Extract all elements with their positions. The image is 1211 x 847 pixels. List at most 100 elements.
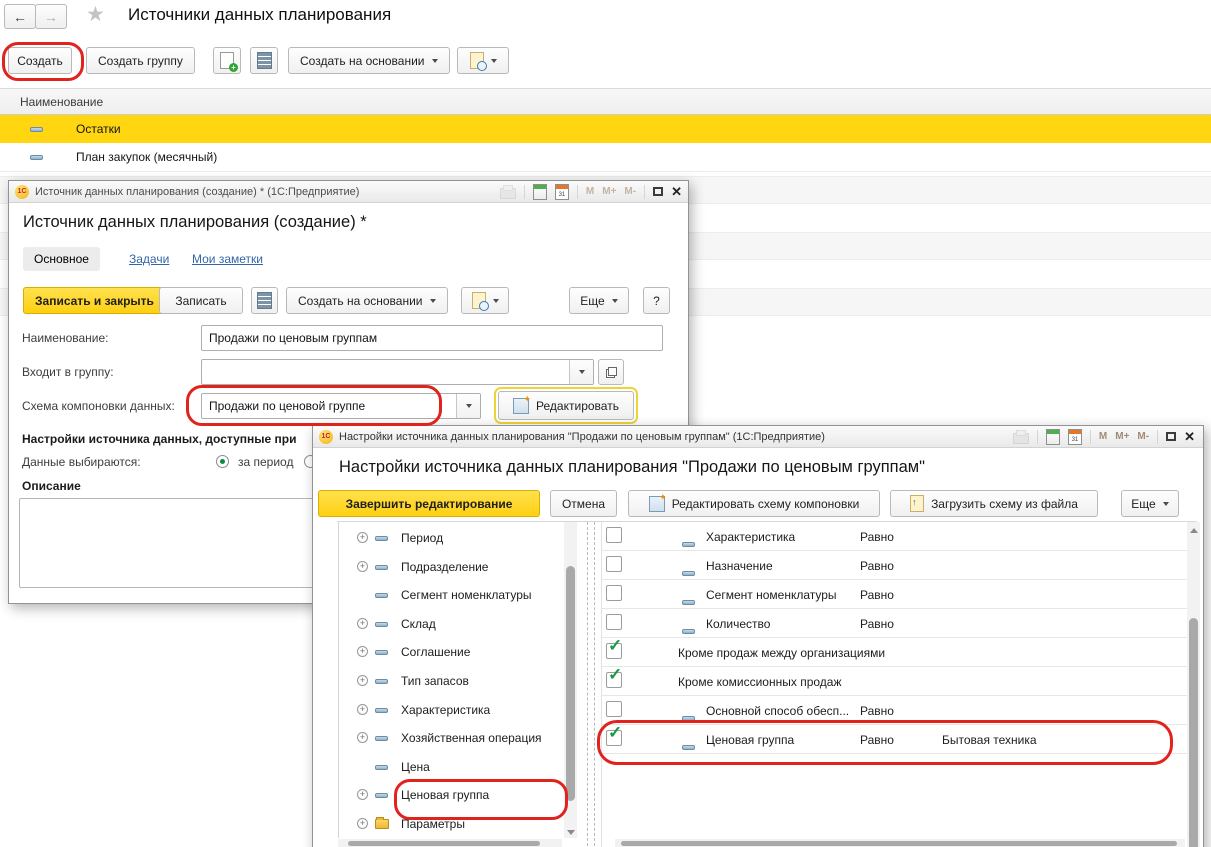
tree-item[interactable]: + Цена — [339, 753, 563, 781]
cancel-button[interactable]: Отмена — [550, 490, 617, 517]
finish-editing-button[interactable]: Завершить редактирование — [318, 490, 540, 517]
more-button[interactable]: Еще — [569, 287, 629, 314]
memory-plus-button[interactable]: M+ — [602, 186, 616, 197]
list-settings-button[interactable] — [250, 47, 278, 74]
print-icon[interactable] — [500, 188, 516, 199]
table-row-ostatki[interactable]: Остатки — [0, 115, 1211, 143]
memory-button[interactable]: M — [586, 186, 594, 197]
favorite-star-icon[interactable]: ★ — [86, 2, 105, 27]
table-header[interactable]: Наименование — [0, 88, 1211, 115]
create-group-button[interactable]: Создать группу — [86, 47, 195, 74]
scrollbar-thumb[interactable] — [348, 841, 540, 846]
expand-icon[interactable]: + — [357, 646, 368, 657]
tree-item[interactable]: + Тип запасов — [339, 667, 563, 695]
settings-window-titlebar[interactable]: 1С Настройки источника данных планирован… — [313, 426, 1203, 448]
copy-item-button[interactable] — [213, 47, 241, 74]
checkbox[interactable]: ✓ — [606, 730, 622, 746]
calculator-icon[interactable] — [1046, 429, 1060, 445]
scrollbar-thumb[interactable] — [1189, 618, 1198, 847]
forward-button[interactable]: → — [35, 4, 67, 29]
calculator-icon[interactable] — [533, 184, 547, 200]
reports-button[interactable] — [461, 287, 509, 314]
checkbox[interactable]: ✓ — [606, 701, 622, 717]
conditions-vertical-scrollbar[interactable] — [1187, 522, 1200, 847]
tree-item[interactable]: + Склад — [339, 610, 563, 638]
expand-icon[interactable]: + — [357, 561, 368, 572]
create-based-on-button[interactable]: Создать на основании — [286, 287, 448, 314]
condition-row[interactable]: ✓ Кроме продаж между организациями — [602, 638, 1187, 667]
panel-splitter[interactable] — [594, 522, 595, 847]
maximize-icon[interactable] — [1166, 432, 1176, 441]
tree-horizontal-scrollbar[interactable] — [338, 839, 562, 847]
tree-item[interactable]: + Ценовая группа — [339, 781, 563, 809]
tab-notes[interactable]: Мои заметки — [192, 247, 263, 271]
calendar-icon[interactable]: 31 — [1068, 429, 1082, 445]
table-row-plan[interactable]: План закупок (месячный) — [0, 143, 1211, 172]
close-icon[interactable]: ✕ — [671, 185, 682, 198]
expand-icon[interactable]: + — [357, 618, 368, 629]
close-icon[interactable]: ✕ — [1184, 430, 1195, 443]
expand-icon[interactable]: + — [357, 732, 368, 743]
condition-row[interactable]: ✓ Назначение Равно — [602, 551, 1187, 580]
panel-splitter[interactable] — [587, 522, 588, 847]
tab-main[interactable]: Основное — [23, 247, 100, 271]
tree-vertical-scrollbar[interactable] — [564, 522, 577, 838]
conditions-horizontal-scrollbar[interactable] — [615, 839, 1185, 847]
condition-row[interactable]: ✓ Количество Равно — [602, 609, 1187, 638]
print-icon[interactable] — [1013, 433, 1029, 444]
tree-item[interactable]: + Параметры — [339, 810, 563, 838]
load-schema-button[interactable]: Загрузить схему из файла — [890, 490, 1098, 517]
tree-item[interactable]: + Сегмент номенклатуры — [339, 581, 563, 609]
tree-item[interactable]: + Подразделение — [339, 553, 563, 581]
condition-row[interactable]: ✓ Сегмент номенклатуры Равно — [602, 580, 1187, 609]
checkbox[interactable]: ✓ — [606, 672, 622, 688]
memory-plus-button[interactable]: M+ — [1115, 431, 1129, 442]
expand-icon[interactable]: + — [357, 532, 368, 543]
expand-icon[interactable]: + — [357, 675, 368, 686]
memory-button[interactable]: M — [1099, 431, 1107, 442]
edit-schema-button[interactable]: Редактировать — [498, 391, 634, 420]
back-button[interactable]: ← — [4, 4, 36, 29]
scrollbar-thumb[interactable] — [621, 841, 1177, 846]
tree-item[interactable]: + Период — [339, 524, 563, 552]
create-based-on-button[interactable]: Создать на основании — [288, 47, 450, 74]
reports-button[interactable] — [457, 47, 509, 74]
condition-row[interactable]: ✓ Ценовая группа Равно Бытовая техника — [602, 725, 1187, 754]
condition-row[interactable]: ✓ Характеристика Равно — [602, 522, 1187, 551]
radio-period[interactable] — [216, 455, 229, 468]
tree-item[interactable]: + Хозяйственная операция — [339, 724, 563, 752]
more-button[interactable]: Еще — [1121, 490, 1179, 517]
scroll-up-icon[interactable] — [1190, 528, 1198, 533]
create-window-titlebar[interactable]: 1С Источник данных планирования (создани… — [9, 181, 688, 203]
name-input[interactable]: Продажи по ценовым группам — [201, 325, 663, 351]
scrollbar-thumb[interactable] — [566, 566, 575, 801]
condition-row[interactable]: ✓ Кроме комиссионных продаж — [602, 667, 1187, 696]
list-settings-button[interactable] — [251, 287, 278, 314]
expand-icon[interactable]: + — [357, 704, 368, 715]
maximize-icon[interactable] — [653, 187, 663, 196]
tree-item[interactable]: + Соглашение — [339, 638, 563, 666]
edit-composition-schema-button[interactable]: Редактировать схему компоновки — [628, 490, 880, 517]
checkbox[interactable]: ✓ — [606, 556, 622, 572]
open-group-button[interactable] — [598, 359, 624, 385]
tab-tasks[interactable]: Задачи — [129, 247, 169, 271]
save-button[interactable]: Записать — [159, 287, 243, 314]
calendar-icon[interactable]: 31 — [555, 184, 569, 200]
checkbox[interactable]: ✓ — [606, 585, 622, 601]
memory-minus-button[interactable]: M- — [1137, 431, 1149, 442]
memory-minus-button[interactable]: M- — [624, 186, 636, 197]
tree-item[interactable]: + Характеристика — [339, 696, 563, 724]
condition-row[interactable]: ✓ Основной способ обесп... Равно — [602, 696, 1187, 725]
create-button[interactable]: Создать — [8, 47, 72, 74]
schema-input[interactable]: Продажи по ценовой группе — [201, 393, 481, 419]
dropdown-button[interactable] — [569, 360, 593, 384]
expand-icon[interactable]: + — [357, 818, 368, 829]
help-button[interactable]: ? — [643, 287, 670, 314]
save-close-button[interactable]: Записать и закрыть — [23, 287, 166, 314]
scroll-down-icon[interactable] — [567, 830, 575, 835]
checkbox[interactable]: ✓ — [606, 643, 622, 659]
checkbox[interactable]: ✓ — [606, 614, 622, 630]
checkbox[interactable]: ✓ — [606, 527, 622, 543]
dropdown-button[interactable] — [456, 394, 480, 418]
group-input[interactable] — [201, 359, 594, 385]
